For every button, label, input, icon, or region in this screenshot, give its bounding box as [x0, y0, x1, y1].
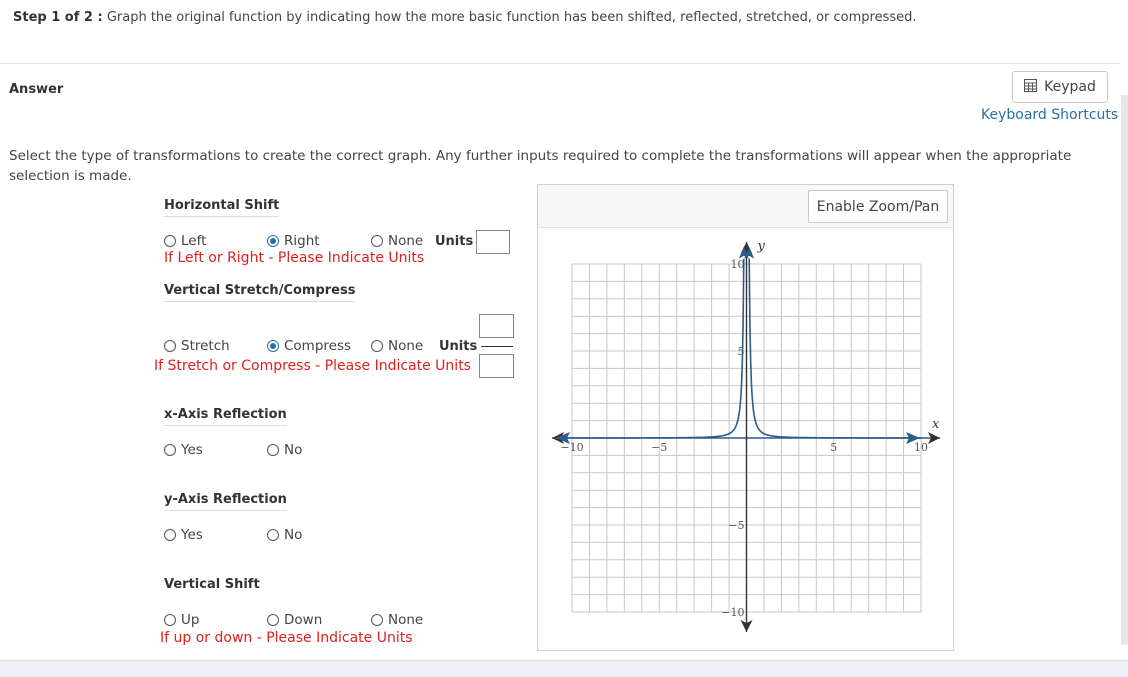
- fraction-bar: [481, 346, 513, 347]
- vstretch-hint: If Stretch or Compress - Please Indicate…: [154, 358, 471, 374]
- stretch-denominator-input[interactable]: [479, 354, 514, 378]
- vshift-hint: If up or down - Please Indicate Units: [160, 630, 413, 646]
- keypad-button[interactable]: Keypad: [1012, 71, 1108, 103]
- hshift-units-label: Units: [435, 234, 474, 249]
- radio-circle-icon: [164, 614, 176, 626]
- stretch-numerator-input[interactable]: [479, 314, 514, 338]
- x-reflection-title: x-Axis Reflection: [164, 407, 287, 426]
- radio-label: Right: [284, 233, 320, 249]
- radio-circle-icon: [371, 340, 383, 352]
- radio-label: Yes: [181, 527, 203, 543]
- keyboard-shortcuts-link[interactable]: Keyboard Shortcuts: [981, 107, 1118, 123]
- curve-right-branch: [748, 258, 921, 439]
- scrollbar[interactable]: [1121, 95, 1128, 645]
- radio-circle-icon: [164, 529, 176, 541]
- yreflect-yes-radio[interactable]: Yes: [164, 527, 203, 543]
- radio-label: None: [388, 612, 424, 628]
- step-header: Step 1 of 2 : Graph the original functio…: [13, 10, 917, 25]
- y-tick-label: 5: [738, 345, 745, 358]
- x-tick-label: 10: [914, 441, 928, 454]
- vertical-shift-title: Vertical Shift: [164, 577, 260, 592]
- radio-selected-icon: [267, 235, 279, 247]
- hshift-units-input[interactable]: [476, 230, 510, 254]
- xreflect-yes-radio[interactable]: Yes: [164, 442, 203, 458]
- radio-label: Up: [181, 612, 200, 628]
- radio-circle-icon: [164, 444, 176, 456]
- x-tick-label: −5: [651, 441, 667, 454]
- xreflect-no-radio[interactable]: No: [267, 442, 302, 458]
- bottom-bar: [0, 660, 1128, 677]
- stretch-radio[interactable]: Stretch: [164, 338, 230, 354]
- enable-zoom-pan-button[interactable]: Enable Zoom/Pan: [808, 190, 948, 223]
- x-tick-label: 5: [830, 441, 837, 454]
- y-reflection-title: y-Axis Reflection: [164, 492, 287, 511]
- radio-circle-icon: [371, 614, 383, 626]
- calculator-icon: [1024, 78, 1038, 96]
- radio-circle-icon: [164, 235, 176, 247]
- radio-label: Compress: [284, 338, 352, 354]
- radio-circle-icon: [164, 340, 176, 352]
- radio-label: Yes: [181, 442, 203, 458]
- y-axis-label: y: [757, 239, 766, 254]
- hshift-none-radio[interactable]: None: [371, 233, 423, 249]
- radio-label: None: [388, 338, 424, 354]
- radio-label: Left: [181, 233, 207, 249]
- hshift-right-radio[interactable]: Right: [267, 233, 320, 249]
- horizontal-shift-title: Horizontal Shift: [164, 198, 280, 217]
- instructions-text: Select the type of transformations to cr…: [9, 148, 1072, 184]
- answer-label: Answer: [9, 82, 64, 97]
- vstretch-units-label: Units: [439, 339, 478, 354]
- vertical-stretch-title: Vertical Stretch/Compress: [164, 283, 356, 302]
- axes: xy: [552, 239, 940, 632]
- compress-radio[interactable]: Compress: [267, 338, 351, 354]
- vstretch-none-radio[interactable]: None: [371, 338, 423, 354]
- radio-label: No: [284, 442, 303, 458]
- step-label: Step 1 of 2 :: [13, 10, 103, 25]
- radio-circle-icon: [267, 444, 279, 456]
- curve-left-branch: [572, 258, 745, 439]
- y-tick-label: 10: [731, 258, 745, 271]
- vshift-down-radio[interactable]: Down: [267, 612, 322, 628]
- step-text: Graph the original function by indicatin…: [106, 10, 917, 25]
- radio-circle-icon: [267, 529, 279, 541]
- radio-circle-icon: [371, 235, 383, 247]
- vshift-none-radio[interactable]: None: [371, 612, 423, 628]
- x-tick-label: −10: [560, 441, 583, 454]
- radio-label: Down: [284, 612, 323, 628]
- radio-circle-icon: [267, 614, 279, 626]
- radio-label: Stretch: [181, 338, 230, 354]
- hshift-hint: If Left or Right - Please Indicate Units: [164, 250, 425, 266]
- radio-label: No: [284, 527, 303, 543]
- radio-selected-icon: [267, 340, 279, 352]
- yreflect-no-radio[interactable]: No: [267, 527, 302, 543]
- y-tick-label: −10: [721, 606, 744, 619]
- y-tick-label: −5: [728, 519, 744, 532]
- radio-label: None: [388, 233, 424, 249]
- vshift-up-radio[interactable]: Up: [164, 612, 199, 628]
- hshift-left-radio[interactable]: Left: [164, 233, 206, 249]
- keypad-label: Keypad: [1044, 79, 1096, 95]
- x-axis-label: x: [932, 417, 940, 432]
- divider: [0, 63, 1120, 64]
- graph-canvas[interactable]: xy −10 −5 5 10105−5−10: [538, 228, 953, 650]
